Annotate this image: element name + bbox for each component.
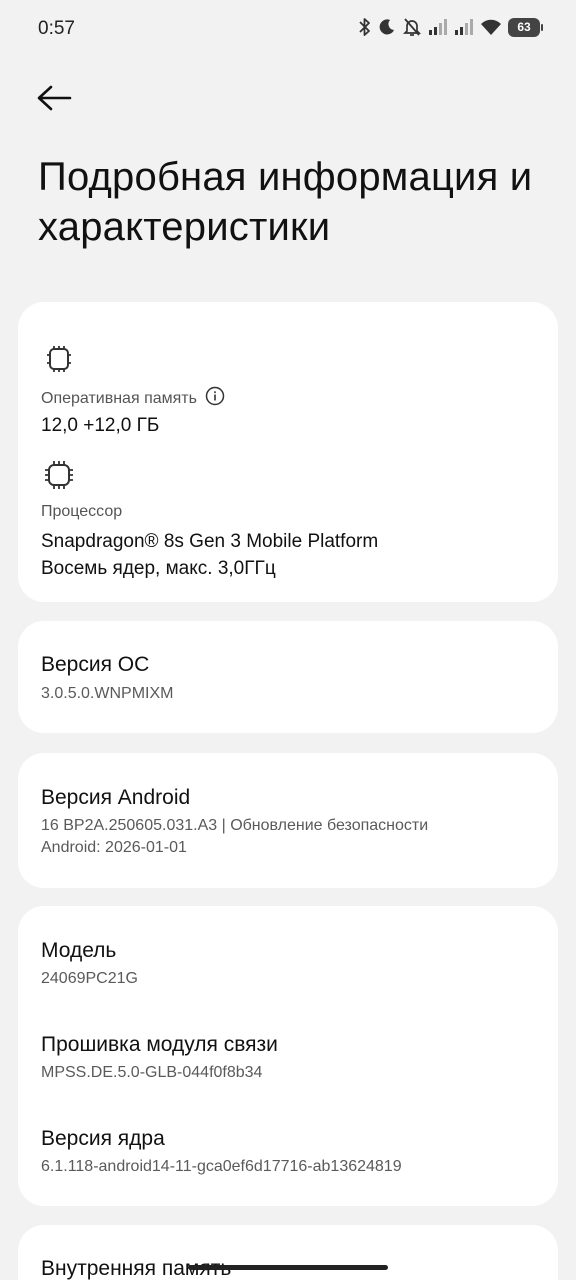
status-bar: 0:57 63 [0,0,576,60]
bell-off-icon [402,17,422,37]
android-security-date: Android: 2026-01-01 [41,839,187,856]
wifi-icon [480,18,502,36]
android-version-line1: 16 BP2A.250605.031.A3 | Обновление безоп… [41,817,429,834]
about-phone-details-screen: 0:57 63 Подробная информация и характери… [0,0,576,1280]
device-info-card: Модель 24069PC21G Прошивка модуля связи … [18,906,558,1206]
ram-label-row: Оперативная память [41,386,225,411]
cpu-label: Процессор [41,503,123,520]
home-indicator[interactable] [188,1265,388,1270]
hardware-card: Оперативная память 12,0 +12,0 ГБ Процесс… [18,302,558,602]
storage-card[interactable]: Внутренняя память [18,1225,558,1280]
cpu-name: Snapdragon® 8s Gen 3 Mobile Platform [41,531,379,552]
arrow-left-icon [34,83,74,118]
kernel-value: 6.1.118-android14-11-gca0ef6d17716-ab136… [41,1158,402,1175]
android-version-card[interactable]: Версия Android 16 BP2A.250605.031.A3 | О… [18,753,558,888]
baseband-title: Прошивка модуля связи [41,1033,278,1056]
cpu-cores: Восемь ядер, макс. 3,0ГГц [41,558,276,579]
status-time: 0:57 [38,18,75,39]
model-value: 24069PC21G [41,970,138,987]
status-icons: 63 [358,17,543,37]
model-title: Модель [41,939,117,962]
os-version-card[interactable]: Версия ОС 3.0.5.0.WNPMIXM [18,621,558,733]
moon-icon [378,18,396,36]
os-version-title: Версия ОС [41,653,150,676]
chip-icon [44,344,74,374]
info-icon[interactable] [205,386,225,411]
back-button[interactable] [34,80,78,120]
baseband-value: MPSS.DE.5.0-GLB-044f0f8b34 [41,1064,263,1081]
processor-icon [44,460,74,490]
kernel-title: Версия ядра [41,1127,165,1150]
battery-level: 63 [517,20,531,34]
os-version-value: 3.0.5.0.WNPMIXM [41,685,174,702]
ram-label: Оперативная память [41,389,197,407]
page-title: Подробная информация и характеристики [38,155,533,249]
signal-icon [454,18,474,36]
ram-value: 12,0 +12,0 ГБ [41,415,160,436]
battery-icon: 63 [508,17,543,37]
bluetooth-icon [358,17,372,37]
android-version-title: Версия Android [41,786,191,809]
signal-icon [428,18,448,36]
